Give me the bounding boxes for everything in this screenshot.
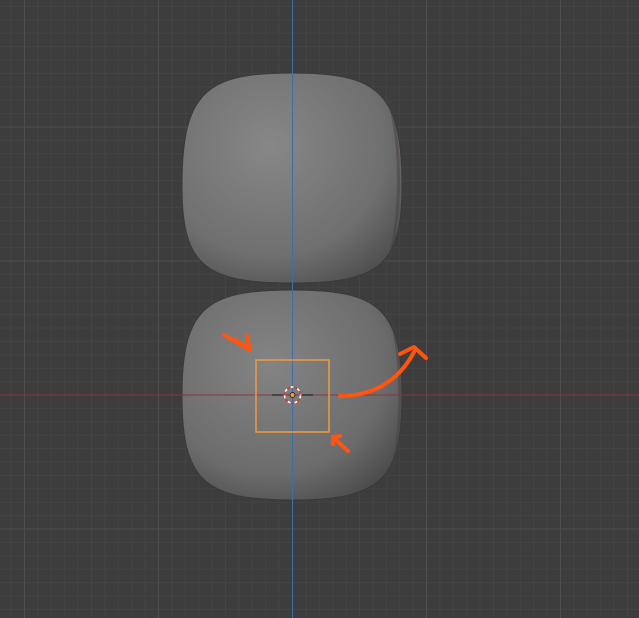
object-origin-icon (289, 392, 296, 398)
3d-viewport[interactable] (0, 0, 639, 618)
